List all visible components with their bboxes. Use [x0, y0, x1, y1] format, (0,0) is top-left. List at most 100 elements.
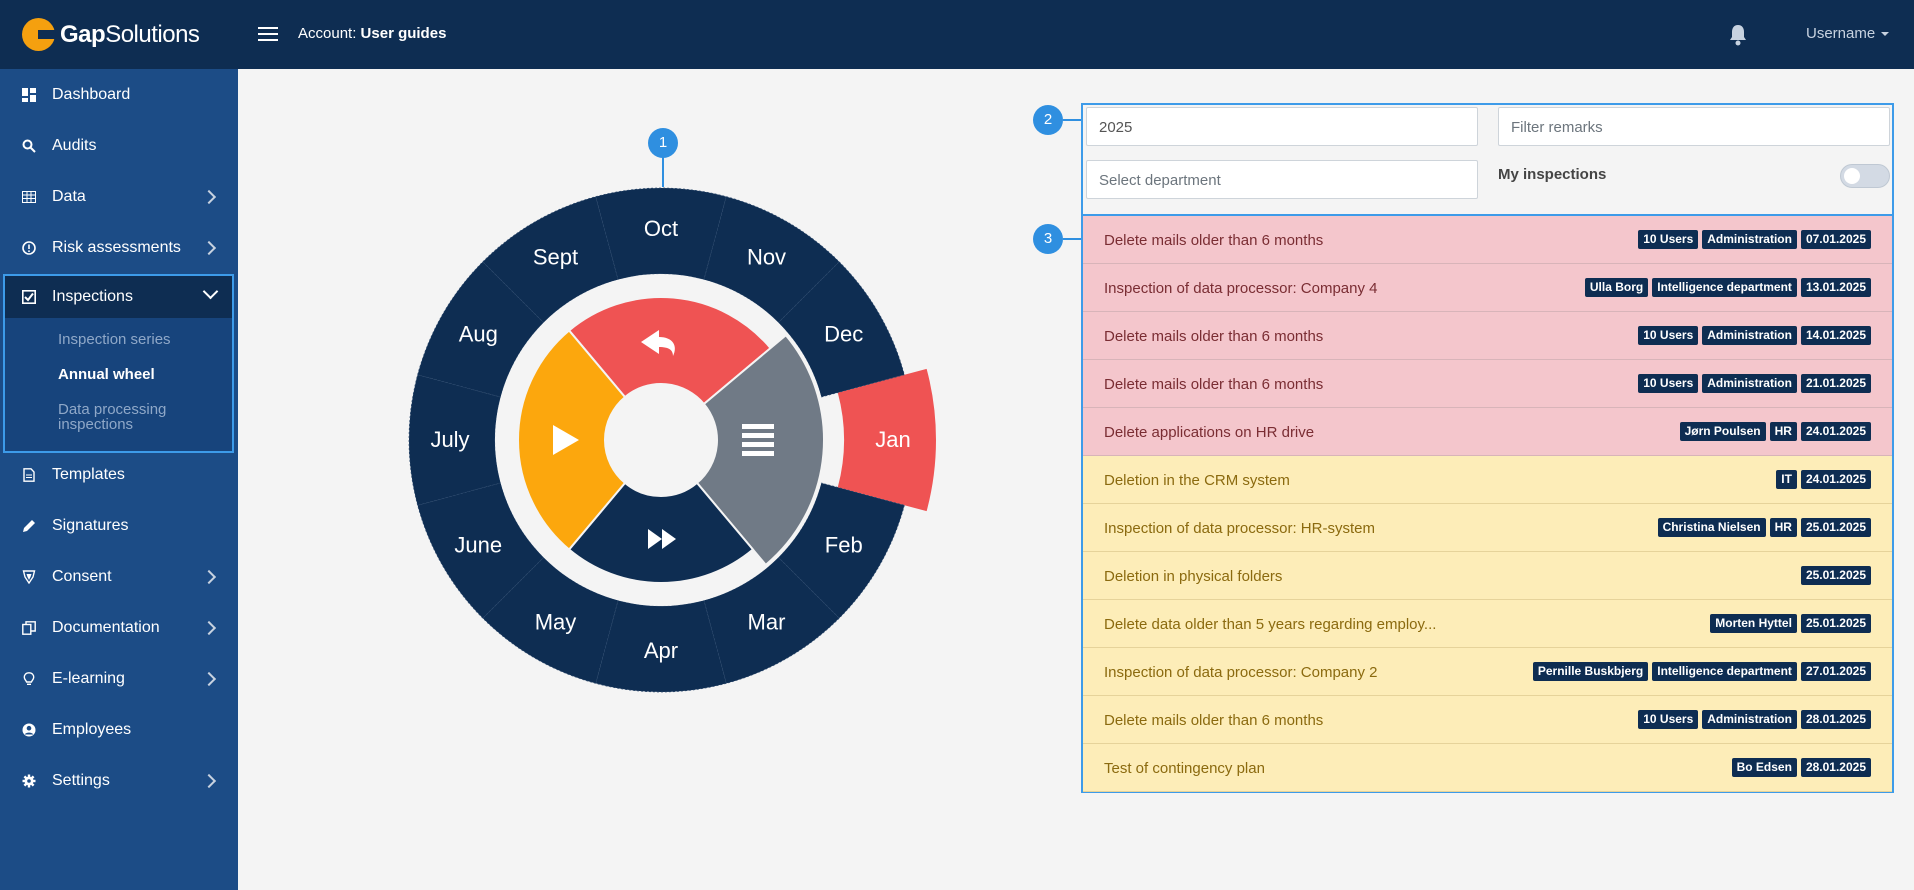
tag-badge: 28.01.2025 — [1800, 758, 1871, 777]
month-label: Dec — [824, 322, 863, 347]
sidebar-item-signatures[interactable]: Signatures — [0, 500, 238, 551]
list-item[interactable]: Delete mails older than 6 months 10 Users… — [1083, 312, 1892, 360]
list-item[interactable]: Deletion in the CRM system IT 24.01.2025 — [1083, 456, 1892, 504]
callout-2-line — [1063, 119, 1083, 121]
tag-badge: 25.01.2025 — [1800, 518, 1871, 537]
list-item[interactable]: Deletion in physical folders 25.01.2025 — [1083, 552, 1892, 600]
tag-badge: 10 Users — [1638, 230, 1699, 249]
tag-badge: IT — [1776, 470, 1797, 489]
inspection-title: Deletion in physical folders — [1104, 568, 1283, 585]
list-item[interactable]: Delete mails older than 6 months 10 Users… — [1083, 360, 1892, 408]
shield-icon — [22, 569, 36, 584]
copy-icon — [22, 620, 36, 635]
dashboard-icon — [22, 87, 36, 102]
sidebar-item-audits[interactable]: Audits — [0, 120, 238, 171]
badge-group: 10 Users Administration 21.01.2025 — [1638, 374, 1871, 393]
list-item[interactable]: Delete mails older than 6 months 10 Users… — [1083, 216, 1892, 264]
account-label: Account: — [298, 25, 357, 42]
tag-badge: 10 Users — [1638, 326, 1699, 345]
user-menu[interactable]: Username — [1806, 25, 1889, 42]
list-item[interactable]: Inspection of data processor: HR-system C… — [1083, 504, 1892, 552]
month-label: Aug — [459, 322, 498, 347]
sidebar-item-employees[interactable]: Employees — [0, 704, 238, 755]
tag-badge: 14.01.2025 — [1800, 326, 1871, 345]
inspection-title: Delete mails older than 6 months — [1104, 328, 1324, 345]
tag-badge: Administration — [1702, 374, 1797, 393]
sidebar-subitem-annual-wheel[interactable]: Annual wheel — [58, 367, 155, 382]
tag-badge: HR — [1769, 422, 1797, 441]
department-select[interactable]: Select department — [1086, 160, 1478, 199]
lightbulb-icon — [23, 671, 35, 685]
sidebar-item-settings[interactable]: Settings — [0, 755, 238, 806]
tag-badge: 13.01.2025 — [1800, 278, 1871, 297]
list-item[interactable]: Delete data older than 5 years regarding… — [1083, 600, 1892, 648]
tag-badge: Christina Nielsen — [1657, 518, 1766, 537]
badge-group: 25.01.2025 — [1800, 566, 1871, 585]
sidebar-item-inspections[interactable]: Inspections — [5, 276, 232, 318]
year-input[interactable]: 2025 — [1086, 107, 1478, 146]
wheel-center-hole — [605, 384, 717, 496]
tag-badge: Administration — [1702, 710, 1797, 729]
search-icon — [22, 139, 36, 153]
chevron-down-icon — [202, 283, 219, 300]
sidebar-item-risk-assessments[interactable]: Risk assessments — [0, 222, 238, 273]
tag-badge: 25.01.2025 — [1800, 614, 1871, 633]
document-icon — [23, 467, 35, 482]
tag-badge: 27.01.2025 — [1800, 662, 1871, 681]
inspection-title: Delete applications on HR drive — [1104, 424, 1315, 441]
month-label: May — [535, 610, 577, 635]
tag-badge: 21.01.2025 — [1800, 374, 1871, 393]
sidebar-item-consent[interactable]: Consent — [0, 551, 238, 602]
logo-mark-icon — [22, 18, 56, 51]
sidebar-item-data[interactable]: Data — [0, 171, 238, 222]
sidebar-subitem-data-processing-inspections[interactable]: Data processing inspections — [58, 402, 198, 432]
checkbox-icon — [22, 290, 36, 304]
tag-badge: Administration — [1702, 230, 1797, 249]
tag-badge: Administration — [1702, 326, 1797, 345]
sidebar-item-label: Settings — [52, 771, 110, 789]
filter-remarks-input[interactable]: Filter remarks — [1498, 107, 1890, 146]
tag-badge: 24.01.2025 — [1800, 470, 1871, 489]
list-item[interactable]: Inspection of data processor: Company 4 U… — [1083, 264, 1892, 312]
tag-badge: 28.01.2025 — [1800, 710, 1871, 729]
tag-badge: HR — [1769, 518, 1797, 537]
sidebar-subitem-inspection-series[interactable]: Inspection series — [58, 332, 171, 347]
sidebar-item-dashboard[interactable]: Dashboard — [0, 69, 238, 120]
chevron-right-icon — [201, 671, 217, 686]
inspections-panel: 2025 Filter remarks Select department My… — [1081, 103, 1894, 793]
month-label: Apr — [644, 638, 678, 663]
inspection-title: Delete mails older than 6 months — [1104, 712, 1324, 729]
callout-2-badge: 2 — [1033, 105, 1063, 135]
chevron-right-icon — [201, 569, 217, 584]
list-item[interactable]: Inspection of data processor: Company 2 P… — [1083, 648, 1892, 696]
list-item[interactable]: Test of contingency plan Bo Edsen 28.01.20… — [1083, 744, 1892, 792]
account-selector[interactable]: Account: User guides — [298, 25, 446, 42]
menu-toggle-icon[interactable] — [258, 27, 278, 41]
tag-badge: 07.01.2025 — [1800, 230, 1871, 249]
brand-name-bold: Gap — [60, 20, 106, 48]
brand-name-light: Solutions — [105, 20, 200, 48]
inspection-title: Delete mails older than 6 months — [1104, 232, 1324, 249]
inspections-group: Inspections Inspection series Annual whe… — [3, 274, 234, 453]
tag-badge: 10 Users — [1638, 374, 1699, 393]
month-label: Sept — [533, 244, 578, 269]
sidebar-item-templates[interactable]: Templates — [0, 449, 238, 500]
tag-badge: Bo Edsen — [1731, 758, 1797, 777]
list-item[interactable]: Delete applications on HR drive Jørn Poul… — [1083, 408, 1892, 456]
tag-badge: 24.01.2025 — [1800, 422, 1871, 441]
logo[interactable]: GapSolutions — [22, 18, 200, 51]
my-inspections-toggle[interactable] — [1840, 164, 1890, 188]
sidebar-item-e-learning[interactable]: E-learning — [0, 653, 238, 704]
tag-badge: Jørn Poulsen — [1679, 422, 1766, 441]
sidebar-item-documentation[interactable]: Documentation — [0, 602, 238, 653]
sidebar-item-label: Dashboard — [52, 85, 131, 103]
tag-badge: Ulla Borg — [1584, 278, 1649, 297]
inspection-title: Inspection of data processor: Company 2 — [1104, 664, 1378, 681]
bell-icon[interactable] — [1728, 24, 1748, 46]
list-item[interactable]: Delete mails older than 6 months 10 Users… — [1083, 696, 1892, 744]
inspection-title: Test of contingency plan — [1104, 760, 1265, 777]
chevron-right-icon — [201, 240, 217, 255]
tag-badge: Intelligence department — [1652, 662, 1797, 681]
badge-group: IT 24.01.2025 — [1776, 470, 1871, 489]
sidebar-item-label: Data — [52, 187, 86, 205]
